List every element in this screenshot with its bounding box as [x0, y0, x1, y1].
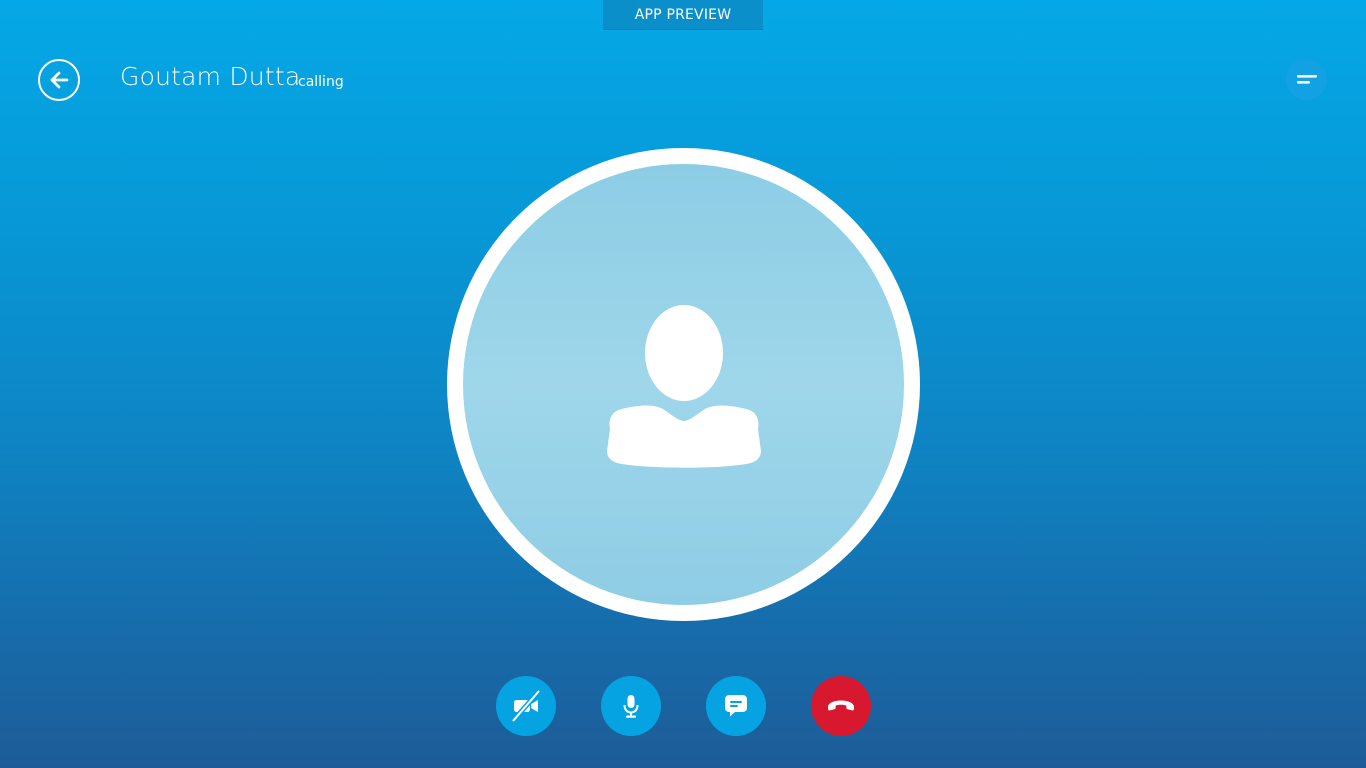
person-avatar-icon	[606, 304, 761, 468]
video-off-icon	[511, 690, 541, 722]
chat-button[interactable]	[706, 676, 766, 736]
call-status: calling	[298, 74, 344, 90]
end-call-icon	[828, 700, 854, 711]
avatar-circle	[463, 164, 904, 605]
avatar	[447, 148, 920, 621]
call-controls	[0, 676, 1366, 736]
menu-button[interactable]	[1286, 59, 1327, 100]
end-call-button[interactable]	[811, 676, 871, 736]
contact-name: Goutam Dutta	[120, 62, 301, 91]
back-arrow-icon	[50, 71, 69, 89]
microphone-icon	[623, 695, 639, 718]
back-button[interactable]	[38, 59, 80, 101]
chat-bubble-icon	[725, 695, 747, 717]
menu-icon	[1296, 74, 1317, 84]
call-screen: APP PREVIEW Goutam Dutta calling	[0, 0, 1366, 768]
video-toggle-button[interactable]	[496, 676, 556, 736]
microphone-button[interactable]	[601, 676, 661, 736]
app-preview-banner: APP PREVIEW	[603, 0, 763, 30]
